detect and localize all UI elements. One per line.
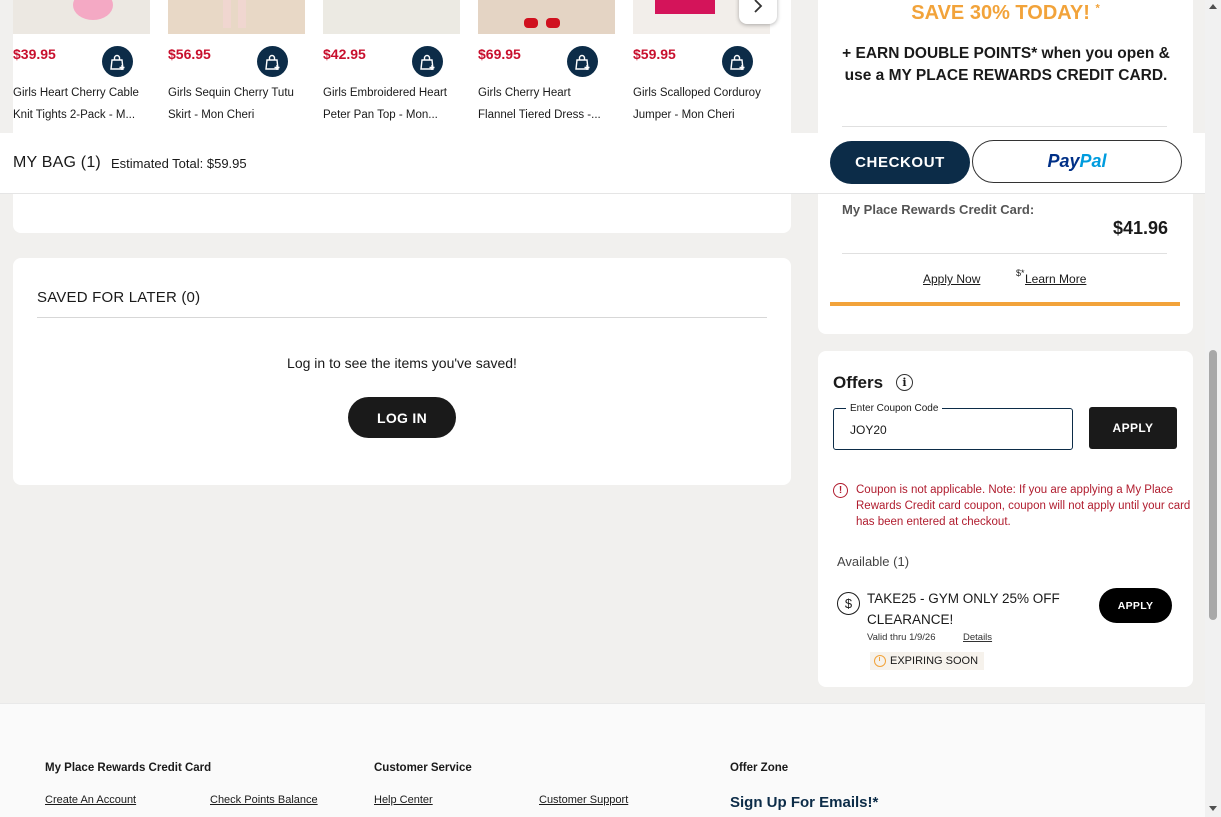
saved-for-later-panel: SAVED FOR LATER (0) Log in to see the it… xyxy=(13,258,791,485)
login-button[interactable]: LOG IN xyxy=(348,397,456,438)
product-image[interactable] xyxy=(478,0,615,34)
paypal-logo-part: Pal xyxy=(1079,151,1107,171)
learn-more-link[interactable]: Learn More xyxy=(1025,272,1086,286)
product-name[interactable]: Girls Heart Cherry Cable Knit Tights 2-Pa… xyxy=(13,82,150,126)
coupon-label: Enter Coupon Code xyxy=(846,403,943,414)
rewards-amount: $41.96 xyxy=(1112,218,1168,238)
sticky-bag-bar: MY BAG (1) Estimated Total: $59.95 CHECK… xyxy=(0,133,1205,194)
expiring-badge: EXPIRING SOON xyxy=(870,652,985,670)
estimated-total: Estimated Total: $59.95 xyxy=(111,156,247,171)
clock-icon xyxy=(874,655,886,667)
offer-valid-date: Valid thru 1/9/26 xyxy=(867,632,936,643)
product-name[interactable]: Girls Embroidered Heart Peter Pan Top - M… xyxy=(323,82,460,126)
add-to-bag-icon[interactable] xyxy=(722,46,753,77)
footer-link-create-account[interactable]: Create An Account xyxy=(45,794,136,806)
rewards-label: My Place Rewards Credit Card: xyxy=(842,202,1035,217)
divider xyxy=(37,317,767,318)
product-image[interactable] xyxy=(168,0,305,34)
saved-title: SAVED FOR LATER (0) xyxy=(37,289,201,306)
divider xyxy=(842,253,1167,254)
paypal-logo-part: Pay xyxy=(1047,151,1080,171)
footer-link-points-balance[interactable]: Check Points Balance xyxy=(210,794,318,806)
divider xyxy=(842,126,1167,127)
coupon-error-message: Coupon is not applicable. Note: If you a… xyxy=(856,484,1191,528)
add-to-bag-icon[interactable] xyxy=(102,46,133,77)
footer-heading: Customer Service xyxy=(374,762,472,774)
credit-card-promo: SAVE 30% TODAY! * + EARN DOUBLE POINTS* … xyxy=(818,0,1193,133)
product-price: $39.95 xyxy=(13,46,56,62)
footer-heading: My Place Rewards Credit Card xyxy=(45,762,212,774)
offer-title: TAKE25 - GYM ONLY 25% OFF CLEARANCE! xyxy=(867,591,1060,627)
dollar-icon: $ xyxy=(837,592,860,615)
footer-link-help-center[interactable]: Help Center xyxy=(374,794,433,806)
promo-details: + EARN DOUBLE POINTS* when you open & us… xyxy=(842,45,1170,84)
bag-items-panel xyxy=(13,194,791,233)
page-scrollbar[interactable] xyxy=(1205,0,1221,817)
coupon-value[interactable]: JOY20 xyxy=(850,423,887,437)
checkout-button[interactable]: CHECKOUT xyxy=(830,141,970,184)
scroll-up-icon[interactable] xyxy=(1209,4,1217,9)
scroll-down-icon[interactable] xyxy=(1209,806,1217,811)
product-image[interactable] xyxy=(13,0,150,34)
email-signup-link[interactable]: Sign Up For Emails!* xyxy=(730,794,878,811)
accent-bar xyxy=(830,302,1180,306)
product-image[interactable] xyxy=(323,0,460,34)
footer-heading: Offer Zone xyxy=(730,762,789,774)
footer-link-customer-support[interactable]: Customer Support xyxy=(539,794,628,806)
apply-now-link[interactable]: Apply Now xyxy=(923,272,980,286)
offer-details-link[interactable]: Details xyxy=(963,632,992,643)
bag-title: MY BAG (1) xyxy=(13,154,101,171)
product-name[interactable]: Girls Scalloped Corduroy Jumper - Mon Che… xyxy=(633,82,770,126)
product-price: $59.95 xyxy=(633,46,676,62)
product-name[interactable]: Girls Sequin Cherry Tutu Skirt - Mon Cher… xyxy=(168,82,305,126)
login-prompt: Log in to see the items you've saved! xyxy=(287,355,517,371)
offers-panel: Offers i Enter Coupon Code JOY20 APPLY !… xyxy=(818,351,1193,687)
coupon-input[interactable]: Enter Coupon Code JOY20 xyxy=(833,403,1073,450)
paypal-button[interactable]: Pay Pal xyxy=(972,140,1182,183)
error-icon: ! xyxy=(833,483,848,498)
product-price: $56.95 xyxy=(168,46,211,62)
product-card[interactable]: $39.95 Girls Heart Cherry Cable Knit Tigh… xyxy=(13,0,150,121)
promo-headline: SAVE 30% TODAY! * xyxy=(911,2,1100,24)
product-name[interactable]: Girls Cherry Heart Flannel Tiered Dress -… xyxy=(478,82,615,126)
rewards-summary: My Place Rewards Credit Card: $41.96 App… xyxy=(818,194,1193,334)
add-to-bag-icon[interactable] xyxy=(567,46,598,77)
expiring-label: EXPIRING SOON xyxy=(890,655,979,667)
learn-more-prefix: $* xyxy=(1016,268,1025,278)
product-price: $42.95 xyxy=(323,46,366,62)
add-to-bag-icon[interactable] xyxy=(257,46,288,77)
carousel-next-icon[interactable] xyxy=(739,0,777,24)
add-to-bag-icon[interactable] xyxy=(412,46,443,77)
product-card[interactable]: $56.95 Girls Sequin Cherry Tutu Skirt - M… xyxy=(168,0,305,121)
available-count: Available (1) xyxy=(837,554,910,569)
recommendations-carousel: $39.95 Girls Heart Cherry Cable Knit Tigh… xyxy=(13,0,791,150)
offers-title: Offers xyxy=(833,373,884,392)
product-card[interactable]: $42.95 Girls Embroidered Heart Peter Pan … xyxy=(323,0,460,121)
footer: My Place Rewards Credit Card Create An A… xyxy=(0,703,1205,817)
product-price: $69.95 xyxy=(478,46,521,62)
apply-offer-button[interactable]: APPLY xyxy=(1099,588,1172,623)
scrollbar-thumb[interactable] xyxy=(1209,350,1217,620)
product-card[interactable]: $69.95 Girls Cherry Heart Flannel Tiered … xyxy=(478,0,615,121)
info-icon[interactable]: i xyxy=(896,374,913,391)
apply-coupon-button[interactable]: APPLY xyxy=(1089,407,1177,449)
